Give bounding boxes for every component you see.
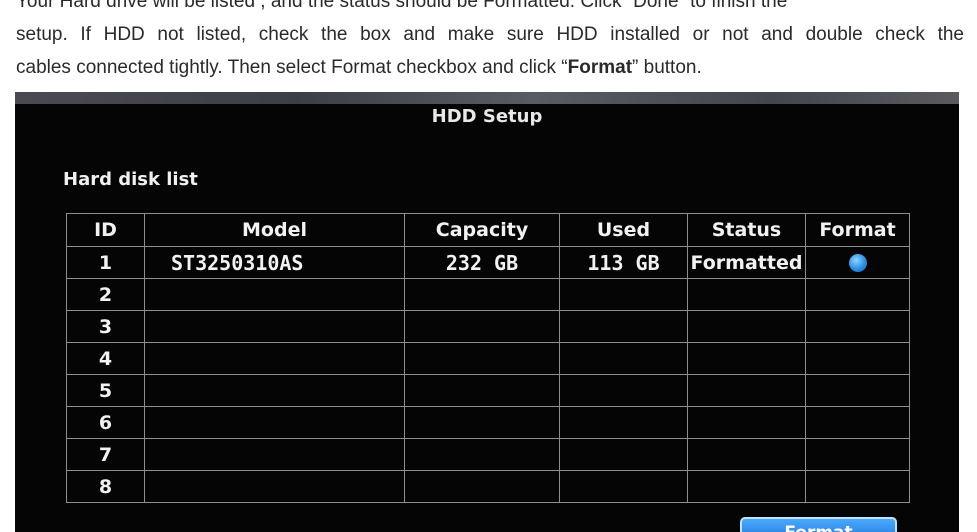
- cell-format[interactable]: [805, 310, 910, 343]
- column-header-model: Model: [144, 213, 405, 247]
- cell-id: 6: [66, 406, 145, 439]
- cell-id: 5: [66, 374, 145, 407]
- cell-used: [559, 374, 688, 407]
- cell-model: [144, 470, 405, 503]
- cell-format[interactable]: [805, 406, 910, 439]
- instruction-text-segment: ” button.: [632, 57, 702, 78]
- dialog-title: HDD Setup: [431, 106, 543, 127]
- hard-disk-list-label: Hard disk list: [63, 169, 198, 190]
- column-header-used: Used: [559, 213, 688, 247]
- cell-status: Formatted: [687, 246, 806, 279]
- cell-used: [559, 438, 688, 471]
- cell-model: [144, 278, 405, 311]
- cell-status: [687, 406, 806, 439]
- hdd-setup-screen: HDD Setup Hard disk list ID Model Capaci…: [15, 92, 959, 532]
- table-header-row: ID Model Capacity Used Status Format: [66, 213, 910, 247]
- format-keyword: Format: [567, 57, 633, 78]
- cell-status: [687, 438, 806, 471]
- cell-id: 3: [66, 310, 145, 343]
- cell-model: [144, 310, 405, 343]
- cell-model: [144, 406, 405, 439]
- cell-capacity: 232 GB: [404, 246, 560, 279]
- hard-disk-table: ID Model Capacity Used Status Format 1 S…: [66, 213, 910, 503]
- cell-format[interactable]: [805, 342, 910, 375]
- cell-capacity: [404, 438, 560, 471]
- cell-format[interactable]: [805, 278, 910, 311]
- cell-used: [559, 278, 688, 311]
- cell-capacity: [404, 310, 560, 343]
- cell-capacity: [404, 470, 560, 503]
- instruction-text-segment: cables connected tightly. Then select Fo…: [16, 57, 568, 78]
- instruction-line: setup. If HDD not listed, check the box …: [16, 24, 964, 45]
- table-row[interactable]: 4: [66, 342, 910, 375]
- cell-status: [687, 374, 806, 407]
- cell-model: [144, 438, 405, 471]
- cell-capacity: [404, 406, 560, 439]
- cell-id: 1: [66, 246, 145, 279]
- format-radio-selected-icon[interactable]: [848, 254, 867, 272]
- cell-model: [144, 374, 405, 407]
- cell-format[interactable]: [805, 470, 910, 503]
- column-header-id: ID: [66, 213, 145, 247]
- table-row[interactable]: 7: [66, 438, 910, 471]
- table-row[interactable]: 1 ST3250310AS 232 GB 113 GB Formatted: [66, 246, 910, 279]
- cell-used: 113 GB: [559, 246, 688, 279]
- top-strip: [15, 92, 959, 104]
- table-row[interactable]: 6: [66, 406, 910, 439]
- cell-used: [559, 342, 688, 375]
- column-header-capacity: Capacity: [404, 213, 560, 247]
- cell-format[interactable]: [805, 374, 910, 407]
- cell-model: [144, 342, 405, 375]
- cell-status: [687, 342, 806, 375]
- cell-status: [687, 470, 806, 503]
- cell-format[interactable]: [805, 246, 910, 279]
- cell-id: 8: [66, 470, 145, 503]
- column-header-status: Status: [687, 213, 806, 247]
- column-header-format: Format: [805, 213, 910, 247]
- cell-status: [687, 310, 806, 343]
- table-row[interactable]: 2: [66, 278, 910, 311]
- cell-model: ST3250310AS: [144, 246, 405, 279]
- cell-used: [559, 310, 688, 343]
- cell-format[interactable]: [805, 438, 910, 471]
- instruction-line: Your Hard drive will be listed , and the…: [16, 0, 788, 12]
- cell-id: 7: [66, 438, 145, 471]
- cell-id: 2: [66, 278, 145, 311]
- cell-capacity: [404, 374, 560, 407]
- cell-used: [559, 470, 688, 503]
- table-row[interactable]: 5: [66, 374, 910, 407]
- table-row[interactable]: 8: [66, 470, 910, 503]
- instruction-line: cables connected tightly. Then select Fo…: [16, 51, 964, 84]
- cell-status: [687, 278, 806, 311]
- cell-used: [559, 406, 688, 439]
- format-button[interactable]: Format: [740, 517, 897, 532]
- table-row[interactable]: 3: [66, 310, 910, 343]
- cell-capacity: [404, 342, 560, 375]
- cell-id: 4: [66, 342, 145, 375]
- instruction-text: Your Hard drive will be listed , and the…: [16, 0, 964, 84]
- cell-capacity: [404, 278, 560, 311]
